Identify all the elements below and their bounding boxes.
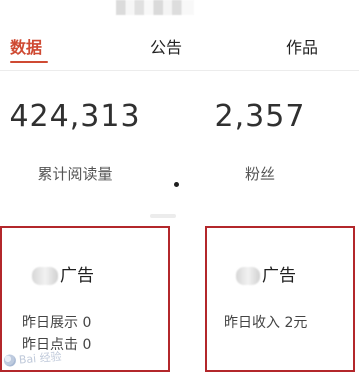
paw-icon [3, 353, 17, 367]
ad-card-left-title: 广告 [30, 264, 94, 288]
ad-card-right-title-suffix: 广告 [262, 266, 296, 286]
blurred-divider [150, 214, 176, 218]
followers-label: 粉丝 [244, 165, 275, 183]
ad-card-left-title-suffix: 广告 [60, 266, 94, 286]
tab-data[interactable]: 数据 [10, 35, 42, 61]
blurred-header-content [116, 0, 194, 15]
separator-dot [174, 182, 179, 187]
yesterday-income: 昨日收入 2元 [224, 315, 308, 331]
tab-announcement[interactable]: 公告 [150, 35, 182, 61]
total-reads-value: 424,313 [9, 99, 141, 134]
total-reads-label: 累计阅读量 [37, 165, 113, 183]
tab-bar: 数据 公告 作品 [0, 30, 359, 70]
followers-stat: 2,357 粉丝 [190, 96, 330, 184]
active-tab-indicator [10, 61, 48, 63]
blurred-title-segment [236, 267, 260, 285]
app-screen: 数据 公告 作品 424,313 累计阅读量 2,357 粉丝 广告 昨日展示 … [0, 0, 359, 372]
ad-card-left[interactable]: 广告 昨日展示 0 昨日点击 0 [0, 226, 170, 372]
ad-card-right[interactable]: 广告 昨日收入 2元 [205, 226, 355, 372]
tabs-divider [0, 70, 359, 71]
stats-overview: 424,313 累计阅读量 2,357 粉丝 [0, 96, 359, 216]
total-reads-stat: 424,313 累计阅读量 [0, 96, 150, 184]
watermark-text: Bai 经验 [18, 349, 63, 367]
blurred-title-segment [32, 267, 58, 285]
yesterday-impressions: 昨日展示 0 [22, 315, 92, 331]
card-gap [170, 226, 205, 372]
tab-works[interactable]: 作品 [286, 35, 318, 61]
followers-value: 2,357 [214, 99, 306, 134]
ad-card-right-title: 广告 [234, 264, 296, 288]
